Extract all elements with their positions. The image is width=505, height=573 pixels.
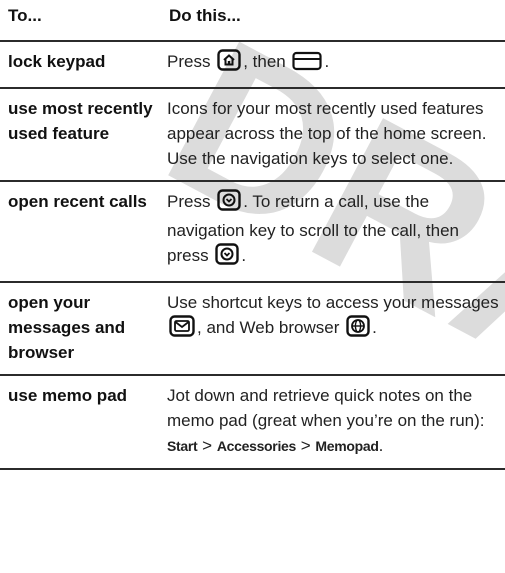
task-lock-keypad: lock keypad [0,40,161,88]
table-row: open your messages and browser Use short… [0,281,505,375]
instruction-memo-pad: Jot down and retrieve quick notes on the… [161,374,505,470]
instruction-lock-keypad: Press , then . [161,40,505,88]
table-header-row: To... Do this... [0,0,505,42]
instruction-text: Use shortcut keys to access your message… [167,293,499,312]
header-to: To... [0,0,161,42]
header-do-this: Do this... [161,0,505,42]
menu-start: Start [167,438,198,454]
message-key-icon [169,315,195,344]
table-row: use memo pad Jot down and retrieve quick… [0,374,505,470]
instruction-messages-browser: Use shortcut keys to access your message… [161,281,505,375]
table-row: open recent calls Press . To return a ca… [0,180,505,282]
instruction-text: Press [167,192,211,211]
browser-key-icon [346,315,370,344]
soft-key-icon [292,51,323,78]
instruction-text: Jot down and retrieve quick notes on the… [167,386,485,430]
task-memo-pad: use memo pad [0,374,161,470]
menu-memopad: Memopad [315,438,379,454]
menu-accessories: Accessories [216,438,297,454]
instruction-table: To... Do this... lock keypad Press , the… [0,0,505,470]
instruction-recently-used-feature: Icons for your most recently used featur… [161,87,505,181]
instruction-open-recent-calls: Press . To return a call, use the naviga… [161,180,505,282]
task-open-recent-calls: open recent calls [0,180,161,282]
send-key-icon [215,243,240,272]
menu-separator: > [202,436,213,455]
instruction-text: . [372,318,377,337]
menu-separator: > [300,436,311,455]
instruction-text: . [324,52,330,71]
instruction-text: . [241,246,247,265]
task-recently-used-feature: use most recently used feature [0,87,161,181]
home-key-icon [217,49,241,78]
table-row: use most recently used feature Icons for… [0,87,505,181]
instruction-text: . To return a call, use the navigation k… [167,192,459,265]
instruction-text: Press [167,52,211,71]
table-row: lock keypad Press , then . [0,40,505,88]
instruction-text: . [378,436,384,455]
send-key-icon [217,189,241,218]
task-messages-browser: open your messages and browser [0,281,161,375]
instruction-text: , and Web browser [197,318,340,337]
instruction-text: , then [243,52,286,71]
